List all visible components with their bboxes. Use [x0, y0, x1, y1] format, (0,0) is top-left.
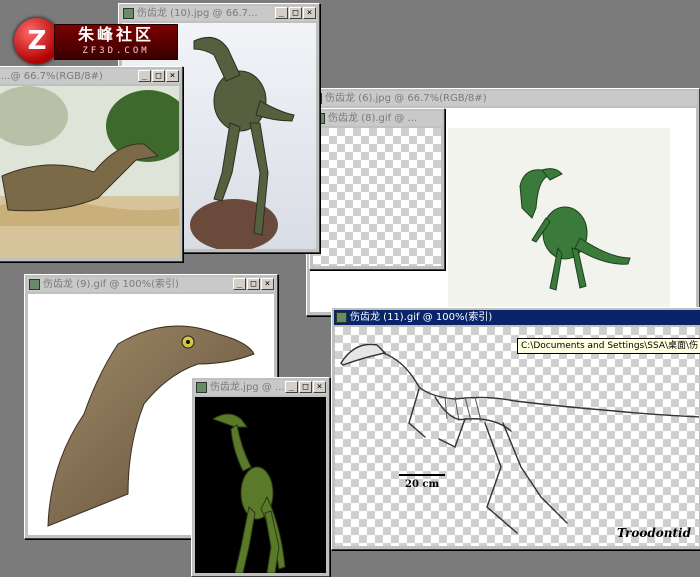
document-icon — [196, 382, 207, 393]
window-title: 伤齿龙 (9).gif @ 100%(索引) — [43, 279, 179, 290]
window-image-photo[interactable]: ...@ 66.7%(RGB/8#) _ □ × — [0, 66, 183, 262]
maximize-button[interactable]: □ — [289, 7, 302, 19]
dinosaur-image — [0, 86, 179, 258]
window-controls: _ □ × — [285, 381, 326, 393]
window-controls: _ □ × — [138, 70, 179, 82]
document-icon — [336, 312, 347, 323]
window-title: 伤齿龙 (8).gif @ ... — [328, 113, 418, 124]
window-title: 伤齿龙 (6).jpg @ 66.7%(RGB/8#) — [325, 93, 487, 104]
logo-text-box: 朱峰社区 ZF3D.COM — [54, 24, 178, 60]
window-image-small[interactable]: 伤齿龙.jpg @ ... _ □ × — [191, 377, 330, 577]
window-titlebar[interactable]: 伤齿龙.jpg @ ... _ □ × — [194, 380, 327, 395]
window-title: 伤齿龙 (11).gif @ 100%(索引) — [350, 312, 493, 323]
dinosaur-image — [211, 413, 286, 573]
window-image-8[interactable]: 伤齿龙 (8).gif @ ... — [309, 108, 445, 270]
site-logo: Z 朱峰社区 ZF3D.COM — [14, 18, 178, 64]
window-titlebar[interactable]: 伤齿龙 (8).gif @ ... — [312, 111, 442, 126]
minimize-button[interactable]: _ — [138, 70, 151, 82]
window-title: 伤齿龙.jpg @ ... — [210, 382, 285, 393]
close-button[interactable]: × — [261, 278, 274, 290]
image-canvas[interactable] — [195, 397, 326, 573]
image-canvas[interactable] — [313, 128, 441, 266]
window-controls: _ □ × — [275, 7, 316, 19]
maximize-button[interactable]: □ — [152, 70, 165, 82]
document-icon — [29, 279, 40, 290]
image-caption: Troodontid — [617, 526, 691, 540]
window-titlebar[interactable]: 伤齿龙 (6).jpg @ 66.7%(RGB/8#) — [309, 91, 697, 106]
minimize-button[interactable]: _ — [233, 278, 246, 290]
window-titlebar-active[interactable]: 伤齿龙 (11).gif @ 100%(索引) — [334, 310, 700, 325]
close-button[interactable]: × — [313, 381, 326, 393]
path-tooltip: C:\Documents and Settings\SSA\桌面\伤 — [517, 338, 700, 354]
maximize-button[interactable]: □ — [299, 381, 312, 393]
window-titlebar[interactable]: ...@ 66.7%(RGB/8#) _ □ × — [0, 69, 180, 84]
close-button[interactable]: × — [166, 70, 179, 82]
minimize-button[interactable]: _ — [275, 7, 288, 19]
image-canvas[interactable] — [0, 86, 179, 258]
minimize-button[interactable]: _ — [285, 381, 298, 393]
maximize-button[interactable]: □ — [247, 278, 260, 290]
close-button[interactable]: × — [303, 7, 316, 19]
window-title: ...@ 66.7%(RGB/8#) — [1, 71, 103, 82]
logo-text-sub: ZF3D.COM — [82, 46, 150, 56]
image-canvas[interactable]: 20 cm Troodontid — [335, 327, 699, 546]
scale-label: 20 cm — [405, 479, 440, 490]
window-titlebar[interactable]: 伤齿龙 (9).gif @ 100%(索引) _ □ × — [27, 277, 275, 292]
logo-text-main: 朱峰社区 — [77, 25, 154, 44]
window-controls: _ □ × — [233, 278, 274, 290]
skeleton-image — [340, 343, 699, 534]
